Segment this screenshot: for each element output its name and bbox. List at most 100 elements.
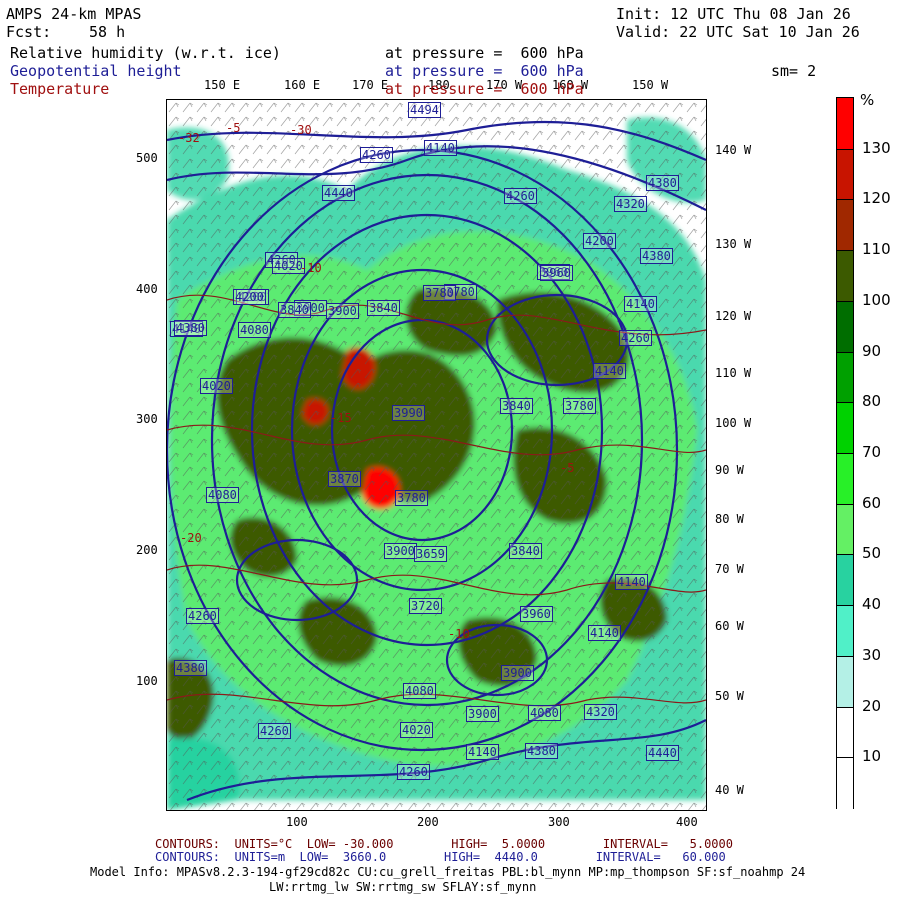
height-contour-label: 3990 [392, 405, 425, 421]
temperature-contour-label: -32 [178, 131, 200, 145]
model-info-line2: LW:rrtmg_lw SW:rrtmg_sw SFLAY:sf_mynn [269, 880, 537, 894]
lon-right-label: 100 W [715, 416, 752, 430]
height-contour-label: 3840 [278, 302, 311, 318]
height-contour-label: 4080 [528, 705, 561, 721]
lon-top-label: 160 E [284, 78, 321, 92]
height-contour-label: 4140 [624, 296, 657, 312]
init-time: Init: 12 UTC Thu 08 Jan 26 [616, 5, 851, 23]
height-contour-label: 4320 [614, 196, 647, 212]
height-contour-label: 4440 [646, 745, 679, 761]
colorbar-segment [837, 706, 853, 759]
colorbar [836, 97, 854, 810]
x-tick-label: 400 [676, 815, 698, 829]
colorbar-tick-label: 40 [862, 595, 882, 614]
height-contour-label: 4020 [200, 378, 233, 394]
height-contour-label: 4380 [640, 248, 673, 264]
height-contour-label: 3840 [367, 300, 400, 316]
height-contour-label: 4140 [593, 363, 626, 379]
colorbar-tick-label: 30 [862, 645, 882, 664]
colorbar-segment [837, 757, 853, 810]
forecast-label: Fcst: [6, 23, 52, 41]
colorbar-tick-label: 80 [862, 392, 882, 411]
x-tick-label: 300 [548, 815, 570, 829]
height-contour-label: 4380 [646, 175, 679, 191]
colorbar-unit: % [860, 91, 875, 109]
height-contour-label: 4140 [466, 744, 499, 760]
height-contour-label: 3780 [423, 285, 456, 301]
height-contour-label: 4080 [206, 487, 239, 503]
lon-right-label: 130 W [715, 237, 752, 251]
height-contour-label: 4380 [174, 660, 207, 676]
temperature-contour-label: -15 [330, 411, 352, 425]
height-contour-label: 3840 [509, 543, 542, 559]
colorbar-segment [837, 655, 853, 709]
colorbar-segment [837, 300, 853, 354]
colorbar-tick-label: 10 [862, 747, 882, 766]
height-contour-label: 4260 [186, 608, 219, 624]
height-contour-label: 3720 [409, 598, 442, 614]
lon-top-label: 150 W [632, 78, 669, 92]
smoothing-label: sm= 2 [771, 62, 817, 80]
y-tick-label: 500 [136, 151, 158, 165]
colorbar-segment [837, 98, 853, 150]
height-contour-label: 4140 [615, 574, 648, 590]
height-contour-label: 4494 [408, 102, 441, 118]
height-contour-label: 4140 [588, 625, 621, 641]
height-contour-label: 3780 [395, 490, 428, 506]
lon-right-label: 40 W [715, 783, 744, 797]
height-contour-label: 4140 [424, 140, 457, 156]
lon-top-label: 170 E [352, 78, 389, 92]
height-contour-info: CONTOURS: UNITS=m LOW= 3660.0 HIGH= 4440… [155, 850, 726, 864]
colorbar-tick-label: 60 [862, 493, 882, 512]
temperature-contour-label: -10 [300, 261, 322, 275]
colorbar-segment [837, 402, 853, 455]
height-contour-label: 3960 [520, 606, 553, 622]
height-contour-label: 4260 [397, 764, 430, 780]
valid-time: Valid: 22 UTC Sat 10 Jan 26 [616, 23, 860, 41]
lon-top-label: 150 E [204, 78, 241, 92]
temperature-contour-label: -30 [290, 123, 312, 137]
height-contour-label: 3840 [500, 398, 533, 414]
colorbar-segment [837, 351, 853, 404]
field-level-rh: at pressure = 600 hPa [385, 44, 584, 62]
lon-right-label: 80 W [715, 512, 744, 526]
height-contour-label: 4200 [583, 233, 616, 249]
x-tick-label: 100 [286, 815, 308, 829]
height-contour-label: 4260 [619, 330, 652, 346]
colorbar-tick-label: 20 [862, 696, 882, 715]
height-contour-label: 3960 [540, 265, 573, 281]
colorbar-tick-label: 130 [862, 138, 891, 157]
y-tick-label: 400 [136, 282, 158, 296]
forecast-hour: 58 h [89, 23, 126, 41]
height-contour-label: 4440 [322, 185, 355, 201]
y-tick-label: 300 [136, 412, 158, 426]
colorbar-tick-label: 100 [862, 290, 891, 309]
height-contour-label: 4080 [238, 322, 271, 338]
height-contour-label: 4020 [400, 722, 433, 738]
colorbar-segment [837, 605, 853, 658]
colorbar-segment [837, 503, 853, 556]
height-contour-label: 4320 [584, 704, 617, 720]
colorbar-tick-label: 120 [862, 189, 891, 208]
colorbar-segment [837, 199, 853, 252]
colorbar-segment [837, 148, 853, 201]
height-contour-label: 3900 [466, 706, 499, 722]
height-contour-label: 3780 [563, 398, 596, 414]
height-contour-label: 4380 [174, 320, 207, 336]
height-contour-label: 4260 [504, 188, 537, 204]
height-contour-label: 4200 [233, 289, 266, 305]
field-level-height: at pressure = 600 hPa [385, 62, 584, 80]
height-contour-label: 3870 [328, 471, 361, 487]
lon-right-label: 110 W [715, 366, 752, 380]
height-contour-label: 4080 [403, 683, 436, 699]
y-tick-label: 200 [136, 543, 158, 557]
colorbar-tick-label: 70 [862, 443, 882, 461]
colorbar-segment [837, 453, 853, 506]
temperature-contour-label: -20 [180, 531, 202, 545]
height-contour-label: 3900 [384, 543, 417, 559]
field-name-rh: Relative humidity (w.r.t. ice) [10, 44, 281, 62]
y-tick-label: 100 [136, 674, 158, 688]
lon-right-label: 50 W [715, 689, 744, 703]
field-level-temperature: at pressure = 600 hPa [385, 80, 584, 98]
colorbar-segment [837, 554, 853, 607]
